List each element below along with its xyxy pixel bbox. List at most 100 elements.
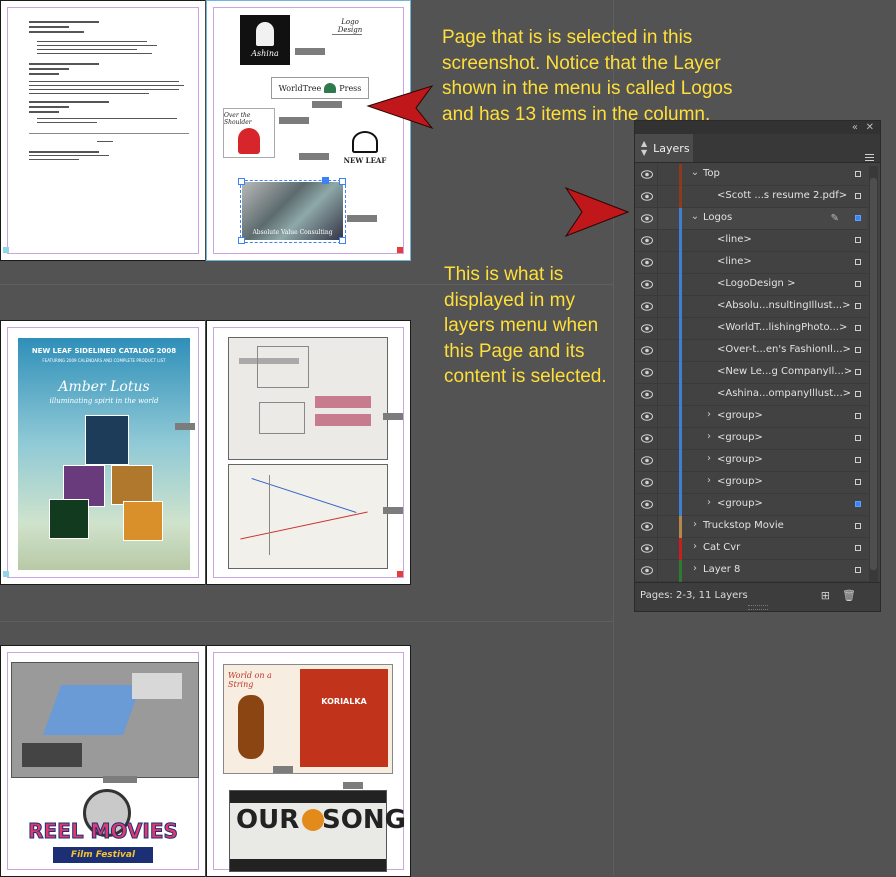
eye-icon[interactable] (641, 390, 653, 399)
chevron-down-icon[interactable]: ⌄ (690, 167, 700, 178)
eye-icon[interactable] (641, 258, 653, 267)
eye-icon[interactable] (641, 478, 653, 487)
lock-column[interactable] (657, 428, 658, 449)
selection-square[interactable] (855, 545, 861, 551)
chevron-right-icon[interactable]: › (704, 497, 714, 508)
new-layer-icon[interactable]: ⊞ (821, 589, 830, 602)
panel-menu-icon[interactable] (865, 154, 874, 163)
trash-icon[interactable]: 🗑 (842, 589, 856, 602)
layer-row[interactable]: › <group> (635, 450, 867, 472)
lock-column[interactable] (657, 186, 658, 207)
selection-square[interactable] (855, 479, 861, 485)
logo-worldtree-press[interactable]: WorldTree Press (271, 77, 369, 99)
layer-row[interactable]: <line> (635, 230, 867, 252)
lock-column[interactable] (657, 362, 658, 383)
selection-square[interactable] (855, 501, 861, 507)
logo-over-the-shoulder[interactable]: Over the Shoulder (223, 108, 275, 158)
selection-square[interactable] (855, 215, 861, 221)
lock-column[interactable] (657, 274, 658, 295)
chevron-right-icon[interactable]: › (690, 519, 700, 530)
selection-square[interactable] (855, 281, 861, 287)
scrollbar-thumb[interactable] (870, 178, 877, 570)
layer-row[interactable]: › Layer 8 (635, 560, 867, 582)
layers-panel[interactable]: « ✕ ▲ ▼ Layers ⌄ Top <Scott ...s resume 2.p… (634, 120, 881, 612)
eye-icon[interactable] (641, 368, 653, 377)
selection-square[interactable] (855, 413, 861, 419)
eye-icon[interactable] (641, 236, 653, 245)
selection-square[interactable] (855, 347, 861, 353)
selection-square[interactable] (855, 457, 861, 463)
selection-square[interactable] (855, 259, 861, 265)
panel-title-bar[interactable]: « ✕ (635, 121, 880, 134)
layer-row[interactable]: › <group> (635, 494, 867, 516)
layer-row[interactable]: <Absolu...nsultingIllust...> (635, 296, 867, 318)
eye-icon[interactable] (641, 566, 653, 575)
lock-column[interactable] (657, 230, 658, 251)
selection-square[interactable] (855, 567, 861, 573)
page-resume[interactable] (0, 0, 206, 261)
eye-icon[interactable] (641, 280, 653, 289)
eye-icon[interactable] (641, 324, 653, 333)
collapse-panel-icon[interactable]: « (852, 121, 858, 134)
chevron-right-icon[interactable]: › (704, 409, 714, 420)
selection-square[interactable] (855, 303, 861, 309)
lock-column[interactable] (657, 252, 658, 273)
layer-row[interactable]: ⌄ Logos ✎ (635, 208, 867, 230)
eye-icon[interactable] (641, 412, 653, 421)
lock-column[interactable] (657, 208, 658, 229)
selection-handle[interactable] (339, 178, 346, 185)
lock-column[interactable] (657, 494, 658, 515)
lock-column[interactable] (657, 516, 658, 537)
eye-icon[interactable] (641, 522, 653, 531)
layer-row[interactable]: › <group> (635, 472, 867, 494)
eye-icon[interactable] (641, 214, 653, 223)
chevron-right-icon[interactable]: › (704, 453, 714, 464)
chevron-right-icon[interactable]: › (704, 431, 714, 442)
lock-column[interactable] (657, 296, 658, 317)
close-icon[interactable]: ✕ (866, 121, 874, 134)
chevron-down-icon[interactable]: ⌄ (690, 211, 700, 222)
layer-row[interactable]: › Truckstop Movie (635, 516, 867, 538)
layer-row[interactable]: <WorldT...lishingPhoto...> (635, 318, 867, 340)
layer-row[interactable]: <Ashina...ompanyIllust...> (635, 384, 867, 406)
lock-column[interactable] (657, 450, 658, 471)
page-posters[interactable]: World on a String KORIALKA OUR SONG (206, 645, 411, 877)
layers-scrollbar[interactable] (869, 166, 878, 584)
selection-handle[interactable] (238, 178, 245, 185)
logo-ashina[interactable]: Ashina (240, 15, 290, 65)
eye-icon[interactable] (641, 456, 653, 465)
selection-frame[interactable] (240, 180, 346, 243)
selection-handle[interactable] (238, 237, 245, 244)
eye-icon[interactable] (641, 170, 653, 179)
lock-column[interactable] (657, 406, 658, 427)
selection-square[interactable] (855, 193, 861, 199)
selection-square[interactable] (855, 523, 861, 529)
eye-icon[interactable] (641, 346, 653, 355)
lock-column[interactable] (657, 164, 658, 185)
panel-resize-grip[interactable] (748, 605, 768, 610)
selection-square[interactable] (855, 369, 861, 375)
eye-icon[interactable] (641, 434, 653, 443)
eye-icon[interactable] (641, 302, 653, 311)
lock-column[interactable] (657, 318, 658, 339)
layer-row[interactable]: <line> (635, 252, 867, 274)
layer-row[interactable]: ⌄ Top (635, 164, 867, 186)
eye-icon[interactable] (641, 544, 653, 553)
layer-row[interactable]: <Scott ...s resume 2.pdf> (635, 186, 867, 208)
selection-square[interactable] (855, 171, 861, 177)
page-maps[interactable] (206, 320, 411, 585)
lock-column[interactable] (657, 472, 658, 493)
layer-row[interactable]: › <group> (635, 428, 867, 450)
layer-row[interactable]: <Over-t...en's FashionIl...> (635, 340, 867, 362)
chevron-right-icon[interactable]: › (690, 563, 700, 574)
lock-column[interactable] (657, 538, 658, 559)
eye-icon[interactable] (641, 192, 653, 201)
selection-square[interactable] (855, 237, 861, 243)
layer-row[interactable]: › <group> (635, 406, 867, 428)
selection-center-point[interactable] (322, 177, 329, 184)
page-truckstop[interactable]: REEL MOVIES Film Festival (0, 645, 206, 877)
chevron-right-icon[interactable]: › (704, 475, 714, 486)
lock-column[interactable] (657, 560, 658, 581)
eye-icon[interactable] (641, 500, 653, 509)
chevron-right-icon[interactable]: › (690, 541, 700, 552)
